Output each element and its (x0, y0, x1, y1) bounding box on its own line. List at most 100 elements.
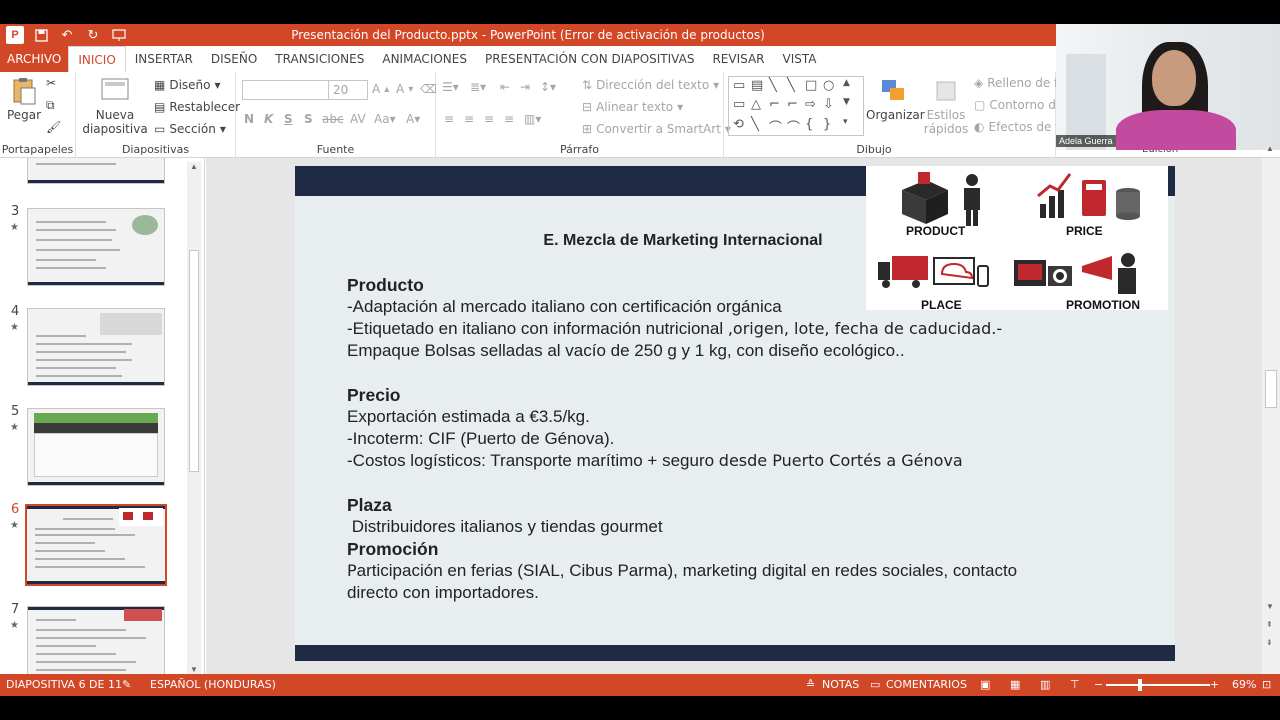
paste-button[interactable]: Pegar (6, 76, 42, 122)
shape-fill-button[interactable]: ◈ Relleno de f (974, 76, 1058, 90)
spelling-check-icon[interactable]: ✎ (122, 678, 131, 691)
char-spacing-icon[interactable]: AV (350, 112, 366, 126)
slide-title[interactable]: E. Mezcla de Marketing Internacional (295, 232, 1071, 250)
notes-button[interactable]: NOTAS (822, 678, 859, 691)
slide-scroll-thumb[interactable] (1265, 370, 1277, 408)
slide-thumbnail-4[interactable] (27, 308, 165, 386)
smartart-button[interactable]: ⊞ Convertir a SmartArt ▾ (582, 122, 731, 136)
font-size-field[interactable]: 20 (328, 80, 368, 100)
slide-body-text[interactable]: Producto -Adaptación al mercado italiano… (347, 274, 1107, 604)
align-text-button[interactable]: ⊟ Alinear texto ▾ (582, 100, 683, 114)
clipboard-group-label: Portapapeles (1, 143, 74, 156)
slide-sorter-icon[interactable]: ▦ (1010, 678, 1020, 691)
normal-view-icon[interactable]: ▣ (980, 678, 990, 691)
scroll-up-arrow-icon[interactable]: ▲ (1266, 144, 1274, 153)
price-label: PRICE (1066, 224, 1103, 238)
text-direction-button[interactable]: ⇅ Dirección del texto ▾ (582, 78, 719, 92)
line-spacing-icon[interactable]: ↕▾ (540, 80, 556, 94)
slide-scrollbar[interactable]: ▲ ▼ ⇞ ⇟ (1262, 144, 1280, 674)
zoom-in-icon[interactable]: + (1210, 678, 1219, 691)
shape-icon: ⇨ (805, 97, 816, 112)
align-left-icon[interactable]: ≡ (444, 112, 454, 126)
promocion-line-1: Participación en ferias (SIAL, Cibus Par… (347, 560, 1107, 582)
reading-view-icon[interactable]: ▥ (1040, 678, 1050, 691)
thumb-footer-band (27, 581, 165, 584)
tab-revisar[interactable]: REVISAR (703, 46, 773, 72)
slideshow-icon[interactable]: ⊤ (1070, 678, 1080, 691)
current-slide[interactable]: PRODUCT PRICE PLACE PROMOTION E. Mezcla … (295, 166, 1175, 661)
align-right-icon[interactable]: ≡ (484, 112, 494, 126)
producto-line-3: Empaque Bolsas selladas al vacío de 250 … (347, 341, 905, 360)
product-box-icon (902, 172, 980, 226)
layout-button[interactable]: ▦ Diseño ▾ (154, 78, 221, 92)
zoom-slider-thumb[interactable] (1138, 679, 1142, 691)
slide-thumbnail-5[interactable] (27, 408, 165, 486)
change-case-icon[interactable]: Aa▾ (374, 112, 396, 126)
scroll-up-arrow-icon[interactable]: ▲ (190, 162, 198, 171)
thumbnails-scroll-thumb[interactable] (189, 250, 199, 472)
zoom-out-icon[interactable]: − (1094, 678, 1103, 691)
reset-icon: ▤ (154, 100, 166, 114)
bold-button[interactable]: N (244, 112, 254, 126)
copy-icon[interactable]: ⧉ (46, 98, 55, 113)
strikethrough-button[interactable]: abc (322, 112, 344, 126)
zoom-slider[interactable] (1106, 684, 1210, 686)
increase-indent-icon[interactable]: ⇥ (520, 80, 530, 94)
quick-styles-button[interactable]: Estilos rápidos (922, 76, 970, 136)
thumb-footer-band (28, 180, 164, 183)
bullets-icon[interactable]: ☰▾ (442, 80, 459, 94)
format-painter-icon[interactable]: 🖌 (46, 120, 61, 134)
thumb-footer-band (28, 382, 164, 385)
font-name-field[interactable] (242, 80, 330, 100)
next-slide-icon[interactable]: ⇟ (1266, 638, 1273, 647)
thumbnails-scrollbar[interactable]: ▲ ▼ (187, 162, 201, 674)
columns-icon[interactable]: ▥▾ (524, 112, 541, 126)
comments-button[interactable]: COMENTARIOS (886, 678, 967, 691)
screen-bottom-bar (0, 696, 1280, 720)
fill-icon: ◈ (974, 76, 984, 90)
tab-inicio[interactable]: INICIO (68, 46, 126, 72)
slide-thumbnail-2[interactable] (27, 158, 165, 184)
notes-icon[interactable]: ≙ (806, 678, 815, 691)
grow-font-icon[interactable]: A ▴ (372, 82, 389, 96)
tab-presentacion[interactable]: PRESENTACIÓN CON DIAPOSITIVAS (476, 46, 703, 72)
shrink-font-icon[interactable]: A ▾ (396, 82, 413, 96)
slide-thumbnail-7[interactable] (27, 606, 165, 674)
cut-icon[interactable]: ✂ (46, 76, 56, 90)
arrange-label: Organizar (866, 108, 925, 122)
shadow-button[interactable]: S (304, 112, 313, 126)
comments-icon[interactable]: ▭ (870, 678, 880, 691)
arrange-button[interactable]: Organizar (866, 76, 925, 122)
reset-button[interactable]: ▤ Restablecer (154, 100, 240, 114)
tab-insertar[interactable]: INSERTAR (126, 46, 202, 72)
tab-archivo[interactable]: ARCHIVO (0, 46, 69, 72)
align-center-icon[interactable]: ≡ (464, 112, 474, 126)
language-indicator[interactable]: ESPAÑOL (HONDURAS) (150, 678, 276, 691)
underline-button[interactable]: S (284, 112, 293, 126)
tab-animaciones[interactable]: ANIMACIONES (373, 46, 476, 72)
previous-slide-icon[interactable]: ⇞ (1266, 620, 1273, 629)
shape-outline-button[interactable]: ▢ Contorno de (974, 98, 1063, 112)
slide-thumbnail-3[interactable] (27, 208, 165, 286)
zoom-level[interactable]: 69% (1232, 678, 1256, 691)
shape-icon: ▤ (751, 78, 764, 93)
tab-transiciones[interactable]: TRANSICIONES (266, 46, 373, 72)
tab-diseno[interactable]: DISEÑO (202, 46, 266, 72)
shape-icon: □ (805, 78, 818, 93)
fit-to-window-icon[interactable]: ⊡ (1262, 678, 1271, 691)
decrease-indent-icon[interactable]: ⇤ (500, 80, 510, 94)
tab-vista[interactable]: VISTA (774, 46, 826, 72)
scroll-down-arrow-icon[interactable]: ▼ (190, 665, 198, 674)
slide-thumbnail-6[interactable] (25, 504, 167, 586)
clear-format-icon[interactable]: ⌫ (420, 82, 437, 96)
section-heading-plaza: Plaza (347, 495, 392, 515)
new-slide-button[interactable]: Nueva diapositiva (80, 76, 150, 136)
italic-button[interactable]: K (264, 112, 273, 126)
section-button[interactable]: ▭ Sección ▾ (154, 122, 226, 136)
scroll-down-arrow-icon[interactable]: ▼ (1266, 602, 1274, 611)
font-color-icon[interactable]: A▾ (406, 112, 420, 126)
shape-effects-button[interactable]: ◐ Efectos de fo (974, 120, 1067, 134)
numbering-icon[interactable]: ≣▾ (470, 80, 486, 94)
justify-icon[interactable]: ≡ (504, 112, 514, 126)
shapes-gallery[interactable]: ▭ ▤ ╲ ╲ □ ○ ▭ △ ⌐ ⌐ ⇨ ⇩ ⟲ ╲ ⌒ ⌒ { } ▲ ▼ (728, 76, 864, 136)
